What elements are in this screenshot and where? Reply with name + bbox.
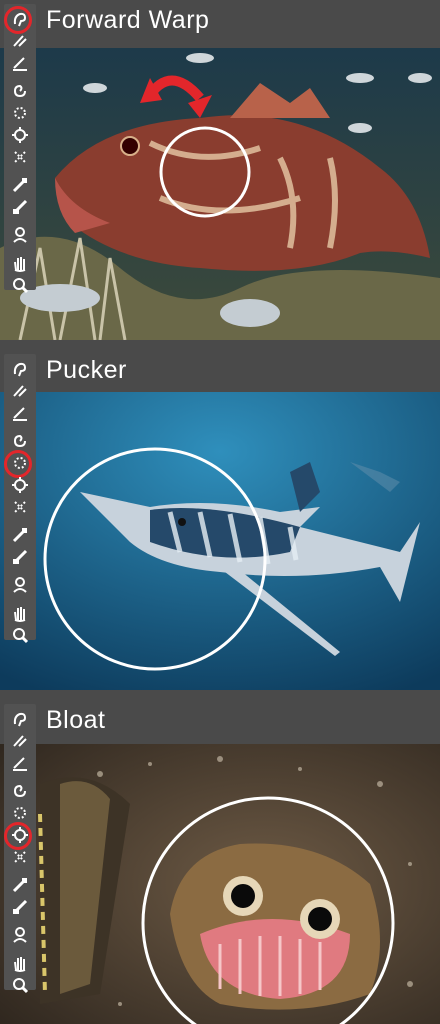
zoom-tool[interactable] <box>7 626 33 644</box>
panel-title: Bloat <box>46 706 106 734</box>
face-icon <box>13 227 27 243</box>
thaw-mask-tool[interactable] <box>7 898 33 916</box>
liquify-toolbar <box>4 4 36 294</box>
pucker-tool[interactable] <box>7 804 33 822</box>
smooth-icon <box>13 407 27 421</box>
panel-pucker: Pucker <box>0 350 440 690</box>
liquify-toolbar <box>4 704 36 994</box>
twirl-tool[interactable] <box>7 432 33 450</box>
hand-icon <box>14 957 26 972</box>
freeze-mask-tool[interactable] <box>7 876 33 894</box>
bloat-tool[interactable] <box>4 822 33 850</box>
pucker-icon <box>14 107 26 119</box>
twirl-tool[interactable] <box>7 82 33 100</box>
thaw-mask-tool[interactable] <box>7 548 33 566</box>
bloat-icon <box>12 477 28 493</box>
pucker-icon <box>14 807 26 819</box>
push-left-tool[interactable] <box>7 498 33 516</box>
pucker-tool[interactable] <box>7 104 33 122</box>
panel-title: Forward Warp <box>46 6 210 34</box>
reconstruct-tool[interactable] <box>7 382 33 400</box>
smooth-tool[interactable] <box>7 754 33 772</box>
jawfish-photo <box>0 744 440 1024</box>
zoom-tool[interactable] <box>7 976 33 994</box>
smooth-icon <box>13 57 27 71</box>
reconstruct-tool[interactable] <box>7 732 33 750</box>
freeze-mask-icon <box>12 528 27 543</box>
smooth-tool[interactable] <box>7 404 33 422</box>
thaw-mask-tool[interactable] <box>7 198 33 216</box>
zoom-icon <box>13 628 29 644</box>
zoom-tool[interactable] <box>7 276 33 294</box>
bloat-icon <box>12 827 28 843</box>
forward-warp-icon <box>13 712 27 727</box>
panel-forward-warp: Forward Warp <box>0 0 440 340</box>
pucker-icon <box>14 457 26 469</box>
push-left-tool[interactable] <box>7 148 33 166</box>
hand-tool[interactable] <box>7 254 33 272</box>
pucker-tool[interactable] <box>4 450 33 478</box>
twirl-icon <box>13 784 26 798</box>
forward-warp-icon <box>13 362 27 377</box>
push-left-icon <box>14 851 26 863</box>
thaw-mask-icon <box>12 549 28 565</box>
panel-title: Pucker <box>46 356 127 384</box>
freeze-mask-tool[interactable] <box>7 526 33 544</box>
push-left-icon <box>14 151 26 163</box>
thaw-mask-icon <box>12 199 28 215</box>
smooth-icon <box>13 757 27 771</box>
thaw-mask-icon <box>12 899 28 915</box>
hand-icon <box>14 607 26 622</box>
zoom-icon <box>13 278 29 294</box>
freeze-mask-icon <box>12 178 27 193</box>
forward-warp-tool[interactable] <box>7 710 33 728</box>
bloat-tool[interactable] <box>7 126 33 144</box>
freeze-mask-icon <box>12 878 27 893</box>
face-tool[interactable] <box>7 926 33 944</box>
forward-warp-icon <box>13 12 27 27</box>
forward-warp-tool[interactable] <box>4 6 33 34</box>
hand-tool[interactable] <box>7 954 33 972</box>
bloat-icon <box>12 127 28 143</box>
hand-icon <box>14 257 26 272</box>
reconstruct-icon <box>13 385 27 397</box>
freeze-mask-tool[interactable] <box>7 176 33 194</box>
twirl-icon <box>13 434 26 448</box>
hand-tool[interactable] <box>7 604 33 622</box>
swordfish-photo <box>0 392 440 690</box>
push-left-tool[interactable] <box>7 848 33 866</box>
twirl-tool[interactable] <box>7 782 33 800</box>
face-tool[interactable] <box>7 226 33 244</box>
panel-bloat: Bloat <box>0 700 440 1024</box>
grouper-photo <box>0 48 440 340</box>
push-left-icon <box>14 501 26 513</box>
forward-warp-tool[interactable] <box>7 360 33 378</box>
bloat-tool[interactable] <box>7 476 33 494</box>
liquify-toolbar <box>4 354 36 644</box>
face-icon <box>13 927 27 943</box>
twirl-icon <box>13 84 26 98</box>
reconstruct-tool[interactable] <box>7 32 33 50</box>
face-tool[interactable] <box>7 576 33 594</box>
reconstruct-icon <box>13 35 27 47</box>
reconstruct-icon <box>13 735 27 747</box>
zoom-icon <box>13 978 29 994</box>
smooth-tool[interactable] <box>7 54 33 72</box>
face-icon <box>13 577 27 593</box>
